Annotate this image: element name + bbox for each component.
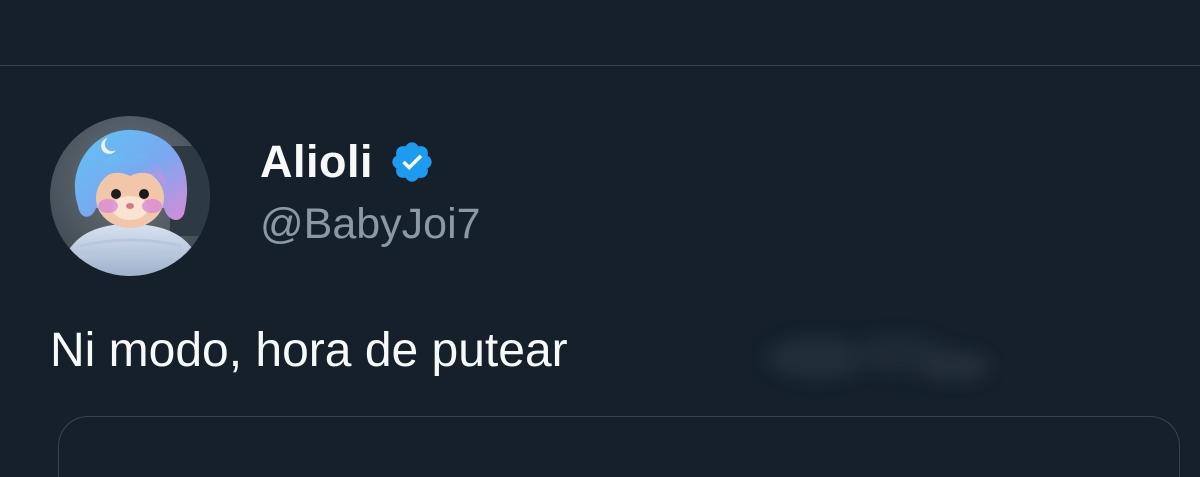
cat-avatar-icon	[50, 116, 210, 276]
author-display-name[interactable]: Alioli	[260, 136, 373, 188]
blurred-emoji-icon	[766, 334, 991, 382]
author-handle[interactable]: @BabyJoi7	[260, 198, 481, 250]
quoted-tweet-card[interactable]	[58, 416, 1180, 477]
verified-badge-icon[interactable]	[389, 139, 435, 185]
tweet[interactable]: Alioli @BabyJoi7 Ni modo, hora de putear	[0, 66, 1200, 477]
avatar[interactable]	[50, 116, 210, 276]
top-bar	[0, 0, 1200, 65]
tweet-text: Ni modo, hora de putear	[50, 324, 568, 377]
author-name-row[interactable]: Alioli	[260, 136, 435, 188]
